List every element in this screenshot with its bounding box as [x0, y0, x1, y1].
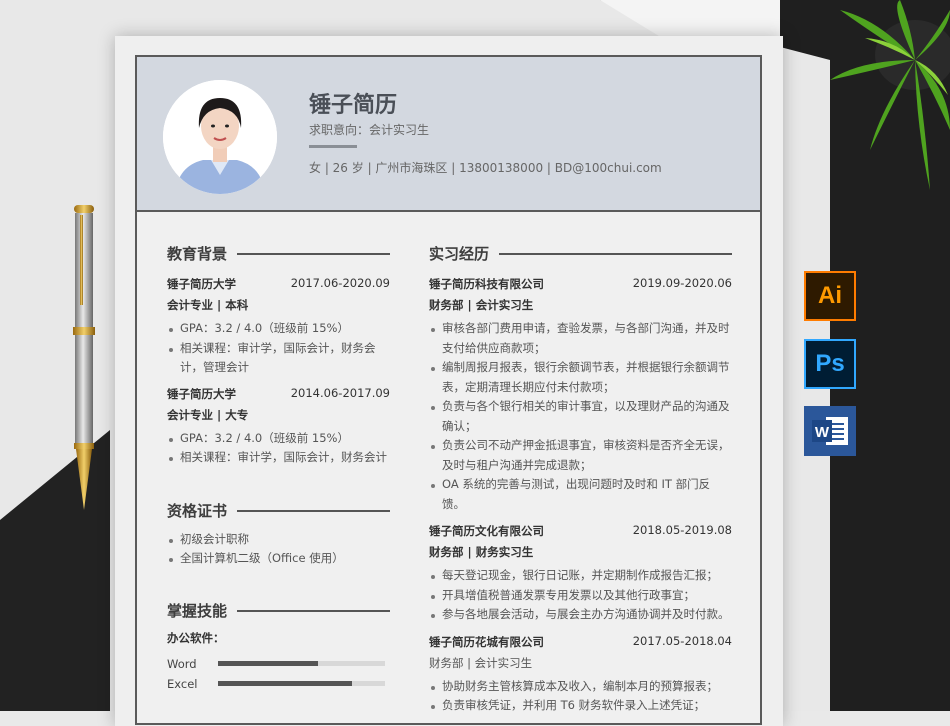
- word-logo-icon: W: [812, 417, 848, 445]
- skill-bar: [218, 661, 385, 666]
- list-item: 协助财务主管核算成本及收入，编制本月的预算报表；: [429, 677, 732, 697]
- avatar: [163, 80, 277, 194]
- experience-section-header: 实习经历: [429, 243, 732, 273]
- education-entry: 锤子简历大学 2014.06-2017.09 会计专业 | 大专 GPA：3.2 …: [167, 386, 390, 468]
- skill-label: Excel: [167, 676, 198, 691]
- list-item: 开具增值税普通发票专用发票以及其他行政事宜；: [429, 586, 732, 606]
- list-item: OA 系统的完善与测试，出现问题时及时和 IT 部门反馈。: [429, 475, 732, 514]
- experience-date: 2019.09-2020.06: [632, 276, 732, 290]
- list-item: 每天登记现金，银行日记账，并定期制作成报告汇报；: [429, 566, 732, 586]
- experience-role: 财务部 | 会计实习生: [429, 298, 534, 312]
- company-name: 锤子简历花城有限公司: [429, 634, 544, 649]
- list-item: 初级会计职称: [167, 530, 390, 550]
- pen-decoration: [73, 205, 95, 510]
- education-major: 会计专业 | 大专: [167, 407, 249, 422]
- experience-role: 财务部 | 会计实习生: [429, 655, 533, 670]
- experience-date: 2017.05-2018.04: [632, 633, 732, 648]
- header-divider: [309, 145, 357, 148]
- company-name: 锤子简历文化有限公司: [429, 524, 544, 538]
- list-item: 全国计算机二级（Office 使用）: [167, 549, 390, 569]
- job-intent: 求职意向：会计实习生: [309, 123, 430, 137]
- list-item: 负责审核凭证，并利用 T6 财务软件录入上述凭证；: [429, 696, 732, 716]
- list-item: 负责与各个银行相关的审计事宜，以及理财产品的沟通及确认；: [429, 397, 732, 436]
- photoshop-icon: Ps: [804, 339, 856, 389]
- contact-info: 女 | 26 岁 | 广州市海珠区 | 13800138000 | BD@100…: [309, 161, 662, 175]
- list-item: 相关课程：审计学，国际会计，财务会计，管理会计: [167, 339, 390, 378]
- resume-header: 锤子简历 求职意向：会计实习生 女 | 26 岁 | 广州市海珠区 | 1380…: [137, 57, 760, 212]
- experience-role: 财务部 | 财务实习生: [429, 545, 534, 559]
- education-date: 2014.06-2017.09: [290, 385, 390, 400]
- list-item: 参与各地展会活动，与展会主办方沟通协调并及时付款。: [429, 605, 732, 625]
- experience-entry: 锤子简历花城有限公司 2017.05-2018.04 财务部 | 会计实习生 协助…: [429, 634, 732, 716]
- list-item: GPA：3.2 / 4.0（班级前 15%）: [167, 319, 390, 339]
- experience-date: 2018.05-2019.08: [632, 523, 732, 537]
- company-name: 锤子简历科技有限公司: [429, 277, 544, 291]
- certificates-title: 资格证书: [167, 499, 238, 521]
- list-item: 相关课程：审计学，国际会计，财务会计: [167, 448, 390, 468]
- illustrator-icon: Ai: [804, 271, 856, 321]
- experience-entry: 锤子简历科技有限公司 2019.09-2020.06 财务部 | 会计实习生 审核…: [429, 276, 732, 514]
- word-icon: W: [804, 406, 856, 456]
- list-item: GPA：3.2 / 4.0（班级前 15%）: [167, 429, 390, 449]
- education-section-header: 教育背景: [167, 243, 390, 273]
- list-item: 负责公司不动产押金抵退事宜，审核资料是否齐全无误，及时与租户沟通并完成退款；: [429, 436, 732, 475]
- education-entry: 锤子简历大学 2017.06-2020.09 会计专业 | 本科 GPA：3.2 …: [167, 276, 390, 378]
- school-name: 锤子简历大学: [167, 386, 236, 401]
- left-column: 教育背景 锤子简历大学 2017.06-2020.09 会计专业 | 本科 GPA…: [167, 243, 390, 694]
- list-item: 编制周报月报表，银行余额调节表，并根据银行余额调节表，定期清理长期应付未付款项；: [429, 358, 732, 397]
- skills-title: 掌握技能: [167, 599, 238, 621]
- education-title: 教育背景: [167, 243, 238, 264]
- education-major: 会计专业 | 本科: [167, 298, 249, 312]
- skill-bar-fill: [218, 681, 352, 686]
- plant-decoration: [830, 0, 950, 190]
- school-name: 锤子简历大学: [167, 277, 236, 291]
- skills-section-header: 掌握技能: [167, 599, 390, 630]
- candidate-name: 锤子简历: [309, 93, 398, 118]
- certificates-section-header: 资格证书: [167, 499, 390, 530]
- skill-row: Word: [167, 654, 390, 674]
- right-column: 实习经历 锤子简历科技有限公司 2019.09-2020.06 财务部 | 会计实…: [429, 243, 732, 716]
- experience-title: 实习经历: [429, 243, 500, 264]
- skill-row: Excel: [167, 674, 390, 694]
- skill-bar: [218, 681, 385, 686]
- skills-subtitle: 办公软件：: [167, 630, 225, 645]
- experience-entry: 锤子简历文化有限公司 2018.05-2019.08 财务部 | 财务实习生 每天…: [429, 523, 732, 625]
- list-item: 审核各部门费用申请，查验发票，与各部门沟通，并及时支付给供应商款项；: [429, 319, 732, 358]
- skill-label: Word: [167, 656, 197, 671]
- education-date: 2017.06-2020.09: [290, 276, 390, 290]
- skill-bar-fill: [218, 661, 319, 666]
- svg-text:W: W: [815, 424, 830, 441]
